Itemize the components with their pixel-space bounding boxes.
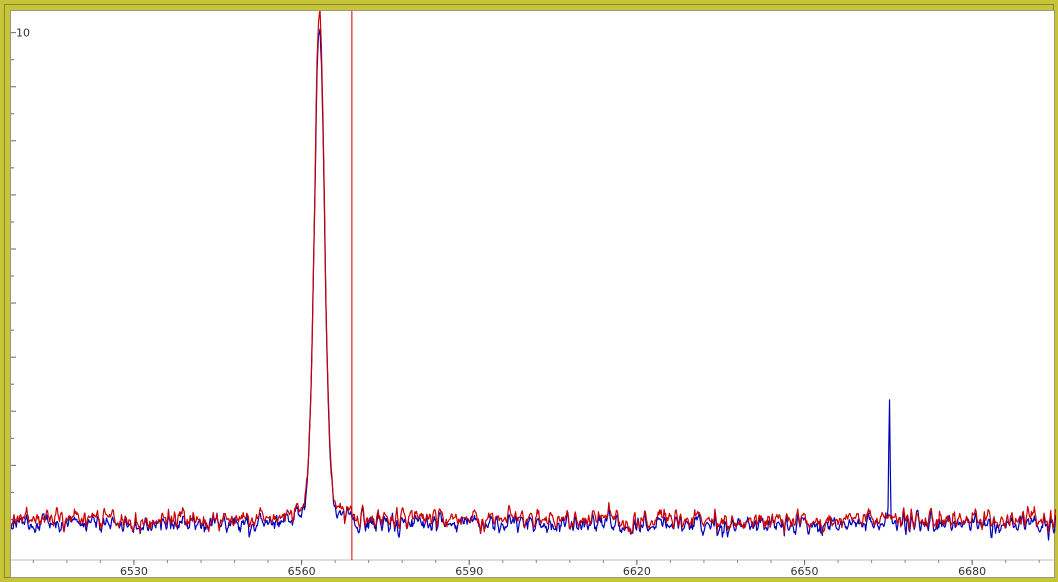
x-tick-label: 6530 [120, 565, 148, 578]
y-tick-label: 10 [16, 27, 30, 40]
x-tick-label: 6650 [791, 565, 819, 578]
chart-frame: 10 6530 6560 6590 6620 6650 6680 [0, 0, 1058, 582]
x-tick-label: 6590 [455, 565, 483, 578]
x-tick-label: 6620 [623, 565, 651, 578]
spectrum-series-red [11, 11, 1056, 535]
spectrum-chart[interactable]: 10 6530 6560 6590 6620 6650 6680 [11, 11, 1056, 579]
x-tick-label: 6560 [288, 565, 316, 578]
x-tick-label: 6680 [958, 565, 986, 578]
plot-area[interactable]: 10 6530 6560 6590 6620 6650 6680 [10, 10, 1056, 579]
spectrum-series-blue [11, 28, 1056, 541]
